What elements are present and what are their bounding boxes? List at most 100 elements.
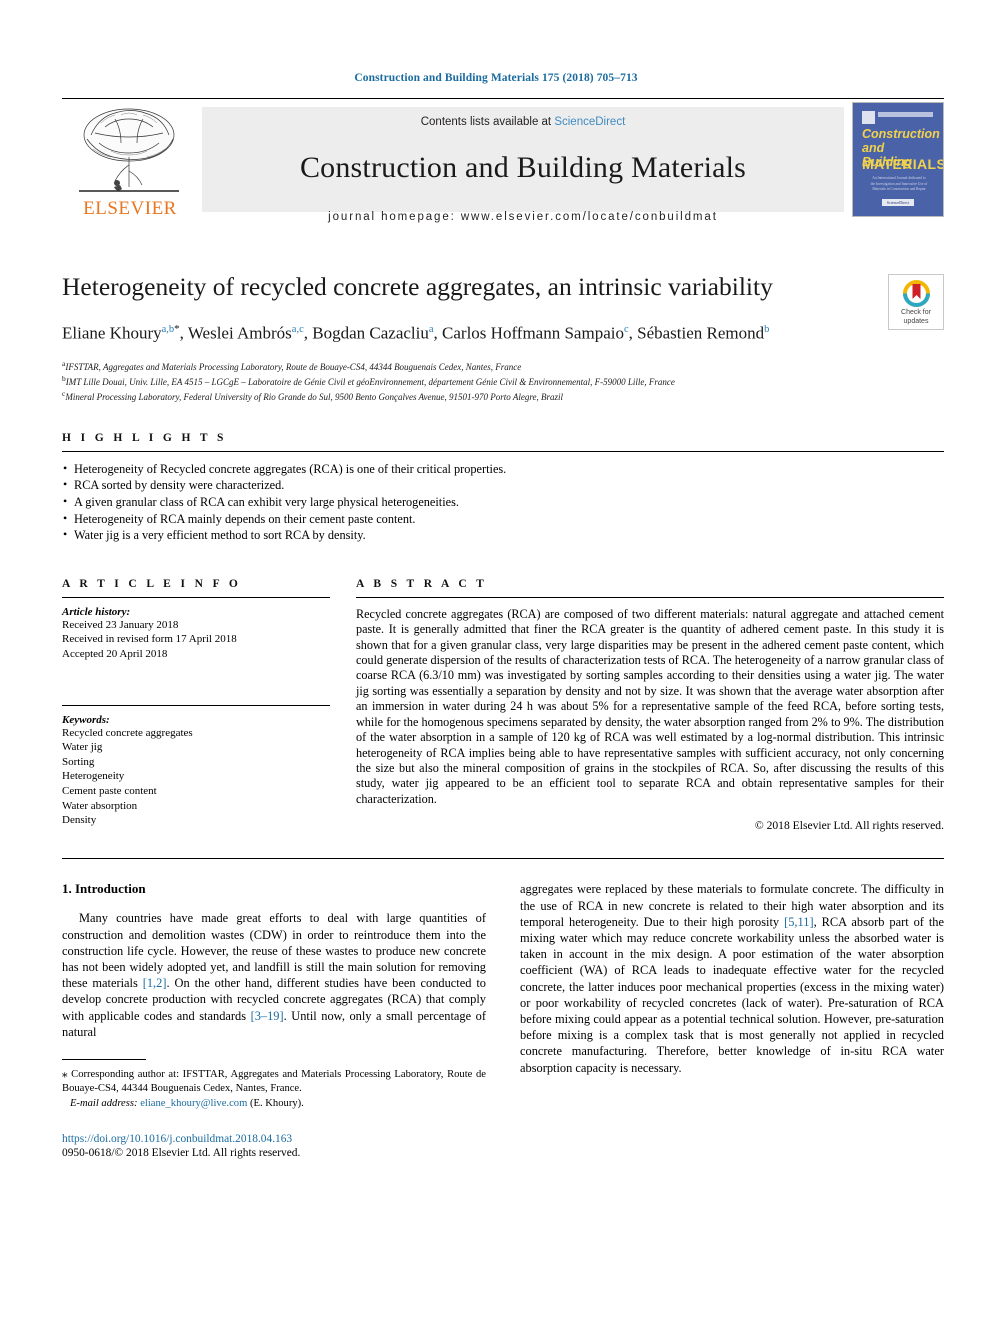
keywords-rule xyxy=(62,704,330,706)
keyword-item: Recycled concrete aggregates xyxy=(62,726,193,739)
crossmark-label-line1: Check for xyxy=(901,309,931,316)
intro-paragraph-right: aggregates were replaced by these materi… xyxy=(520,881,944,1075)
article-history-item: Received 23 January 2018 xyxy=(62,618,179,631)
footnote-star: ⁎ xyxy=(62,1067,68,1080)
keyword-item: Sorting xyxy=(62,755,95,768)
body-column-left: 1. Introduction Many countries have made… xyxy=(62,881,486,1160)
elsevier-logo: ELSEVIER xyxy=(62,99,198,220)
keyword-item: Heterogeneity xyxy=(62,770,125,783)
affiliation-line: cMineral Processing Laboratory, Federal … xyxy=(62,389,564,403)
abstract-rule xyxy=(356,596,944,598)
keywords-list: Recycled concrete aggregates Water jig Sor… xyxy=(62,726,330,828)
body-columns: 1. Introduction Many countries have made… xyxy=(62,881,944,1160)
highlight-item: Heterogeneity of Recycled concrete aggre… xyxy=(62,460,944,478)
affiliation-line: bIMT Lille Douai, Univ. Lille, EA 4515 –… xyxy=(62,374,675,388)
author-name: Weslei Ambrós xyxy=(187,323,292,343)
crossmark-icon xyxy=(902,280,930,307)
author-name: Sébastien Remond xyxy=(637,323,765,343)
email-address-label: E-mail address: xyxy=(69,1097,138,1109)
affiliation-mark: a xyxy=(62,358,66,368)
article-page: Construction and Building Materials 175 … xyxy=(0,0,992,1323)
highlight-item: RCA sorted by density were characterized… xyxy=(62,476,944,494)
journal-title: Construction and Building Materials xyxy=(299,151,747,184)
keyword-item: Water jig xyxy=(62,741,103,754)
abstract-copyright: © 2018 Elsevier Ltd. All rights reserved… xyxy=(754,819,944,833)
author-affiliation-mark: a,c xyxy=(291,324,304,335)
corresponding-author-mark: * xyxy=(174,323,180,335)
author-affiliation-mark: c xyxy=(623,324,629,335)
abstract-heading: A B S T R A C T xyxy=(356,577,488,590)
highlights-heading: H I G H L I G H T S xyxy=(62,431,227,444)
cover-inner: Construction and Building MATERIALS An I… xyxy=(856,106,944,213)
crossmark-badge[interactable]: Check for updates xyxy=(888,274,944,330)
keyword-item: Cement paste content xyxy=(62,785,157,797)
affiliation-mark: c xyxy=(62,389,66,399)
journal-masthead: ELSEVIER Contents lists available at Sci… xyxy=(62,98,944,223)
sciencedirect-link[interactable]: ScienceDirect xyxy=(554,116,625,128)
article-history-item: Accepted 20 April 2018 xyxy=(62,648,168,661)
keyword-item: Water absorption xyxy=(62,799,138,812)
author-name: Eliane Khoury xyxy=(62,323,162,343)
author-list: Eliane Khourya,b*, Weslei Ambrósa,c, Bog… xyxy=(62,323,770,343)
journal-homepage-link[interactable]: journal homepage: www.elsevier.com/locat… xyxy=(202,211,844,223)
email-owner: (E. Khoury). xyxy=(249,1097,304,1109)
affiliation-line: aIFSTTAR, Aggregates and Materials Proce… xyxy=(62,358,522,372)
footnote-email-line: E-mail address: eliane_khoury@live.com (… xyxy=(62,1097,486,1111)
issn-copyright-line: 0950-0618/© 2018 Elsevier Ltd. All right… xyxy=(62,1147,301,1160)
email-address-link[interactable]: eliane_khoury@live.com xyxy=(140,1098,247,1109)
author-name: Bogdan Cazacliu xyxy=(312,323,429,343)
footer-doi-block: https://doi.org/10.1016/j.conbuildmat.20… xyxy=(62,1132,486,1161)
crossmark-label-line2: updates xyxy=(903,317,929,325)
elsevier-tree-icon xyxy=(79,108,179,192)
highlights-section: H I G H L I G H T S Heterogeneity of Rec… xyxy=(62,432,944,544)
cover-top-bar xyxy=(878,112,933,117)
article-info-heading: A R T I C L E I N F O xyxy=(62,577,242,590)
contents-prefix: Contents lists available at xyxy=(420,116,555,128)
running-head: Construction and Building Materials 175 … xyxy=(354,72,638,84)
journal-banner: Contents lists available at ScienceDirec… xyxy=(202,107,844,223)
article-info-column: A R T I C L E I N F O Article history: R… xyxy=(62,578,330,832)
keyword-item: Density xyxy=(62,814,97,827)
article-history-list: Received 23 January 2018 Received in revi… xyxy=(62,618,330,662)
cover-footer-label: ScienceDirect xyxy=(886,200,910,205)
author-affiliation-mark: b xyxy=(764,324,770,335)
highlight-item: A given granular class of RCA can exhibi… xyxy=(62,493,944,511)
article-history-label: Article history: xyxy=(62,605,131,618)
affiliation-list: aIFSTTAR, Aggregates and Materials Proce… xyxy=(62,358,944,404)
keywords-label: Keywords: xyxy=(62,713,110,726)
abstract-column: A B S T R A C T Recycled concrete aggreg… xyxy=(356,578,944,832)
contents-list-line: Contents lists available at ScienceDirec… xyxy=(202,116,844,128)
corresponding-author-footnote: ⁎ Corresponding author at: IFSTTAR, Aggr… xyxy=(62,1067,486,1111)
highlights-list: Heterogeneity of Recycled concrete aggre… xyxy=(62,460,944,544)
elsevier-wordmark: ELSEVIER xyxy=(83,198,177,219)
citation-link[interactable]: [5,11] xyxy=(784,915,813,929)
author-name: Carlos Hoffmann Sampaio xyxy=(442,323,624,343)
highlight-item: Water jig is a very efficient method to … xyxy=(62,526,944,544)
author-affiliation-mark: a xyxy=(428,324,434,335)
cover-title-line3: MATERIALS xyxy=(862,156,944,172)
affiliation-mark: b xyxy=(62,374,66,384)
highlight-item: Heterogeneity of RCA mainly depends on t… xyxy=(62,510,944,528)
abstract-text: Recycled concrete aggregates (RCA) are c… xyxy=(356,606,944,806)
cover-title-line1: Construction xyxy=(862,127,940,141)
body-column-right: aggregates were replaced by these materi… xyxy=(520,881,944,1160)
journal-cover-thumbnail[interactable]: Construction and Building MATERIALS An I… xyxy=(852,102,944,217)
body-separator-rule xyxy=(62,858,944,860)
cover-publisher-mark xyxy=(862,111,875,124)
crossmark-label: Check for updates xyxy=(889,309,943,326)
doi-link[interactable]: https://doi.org/10.1016/j.conbuildmat.20… xyxy=(62,1132,486,1146)
info-abstract-row: A R T I C L E I N F O Article history: R… xyxy=(62,578,944,832)
cover-blurb: An International Journal dedicated to th… xyxy=(870,176,928,192)
highlights-rule xyxy=(62,450,944,452)
intro-paragraph-left: Many countries have made great efforts t… xyxy=(62,910,486,1040)
citation-link[interactable]: [1,2] xyxy=(143,976,167,990)
title-block: Heterogeneity of recycled concrete aggre… xyxy=(62,272,944,404)
article-history-item: Received in revised form 17 April 2018 xyxy=(62,633,237,646)
section-heading-introduction: 1. Introduction xyxy=(62,881,146,897)
article-info-rule xyxy=(62,596,330,598)
page-title: Heterogeneity of recycled concrete aggre… xyxy=(62,272,773,301)
citation-link[interactable]: [3–19] xyxy=(251,1009,284,1023)
author-affiliation-mark: a,b xyxy=(161,324,175,335)
footnote-rule xyxy=(62,1058,146,1060)
